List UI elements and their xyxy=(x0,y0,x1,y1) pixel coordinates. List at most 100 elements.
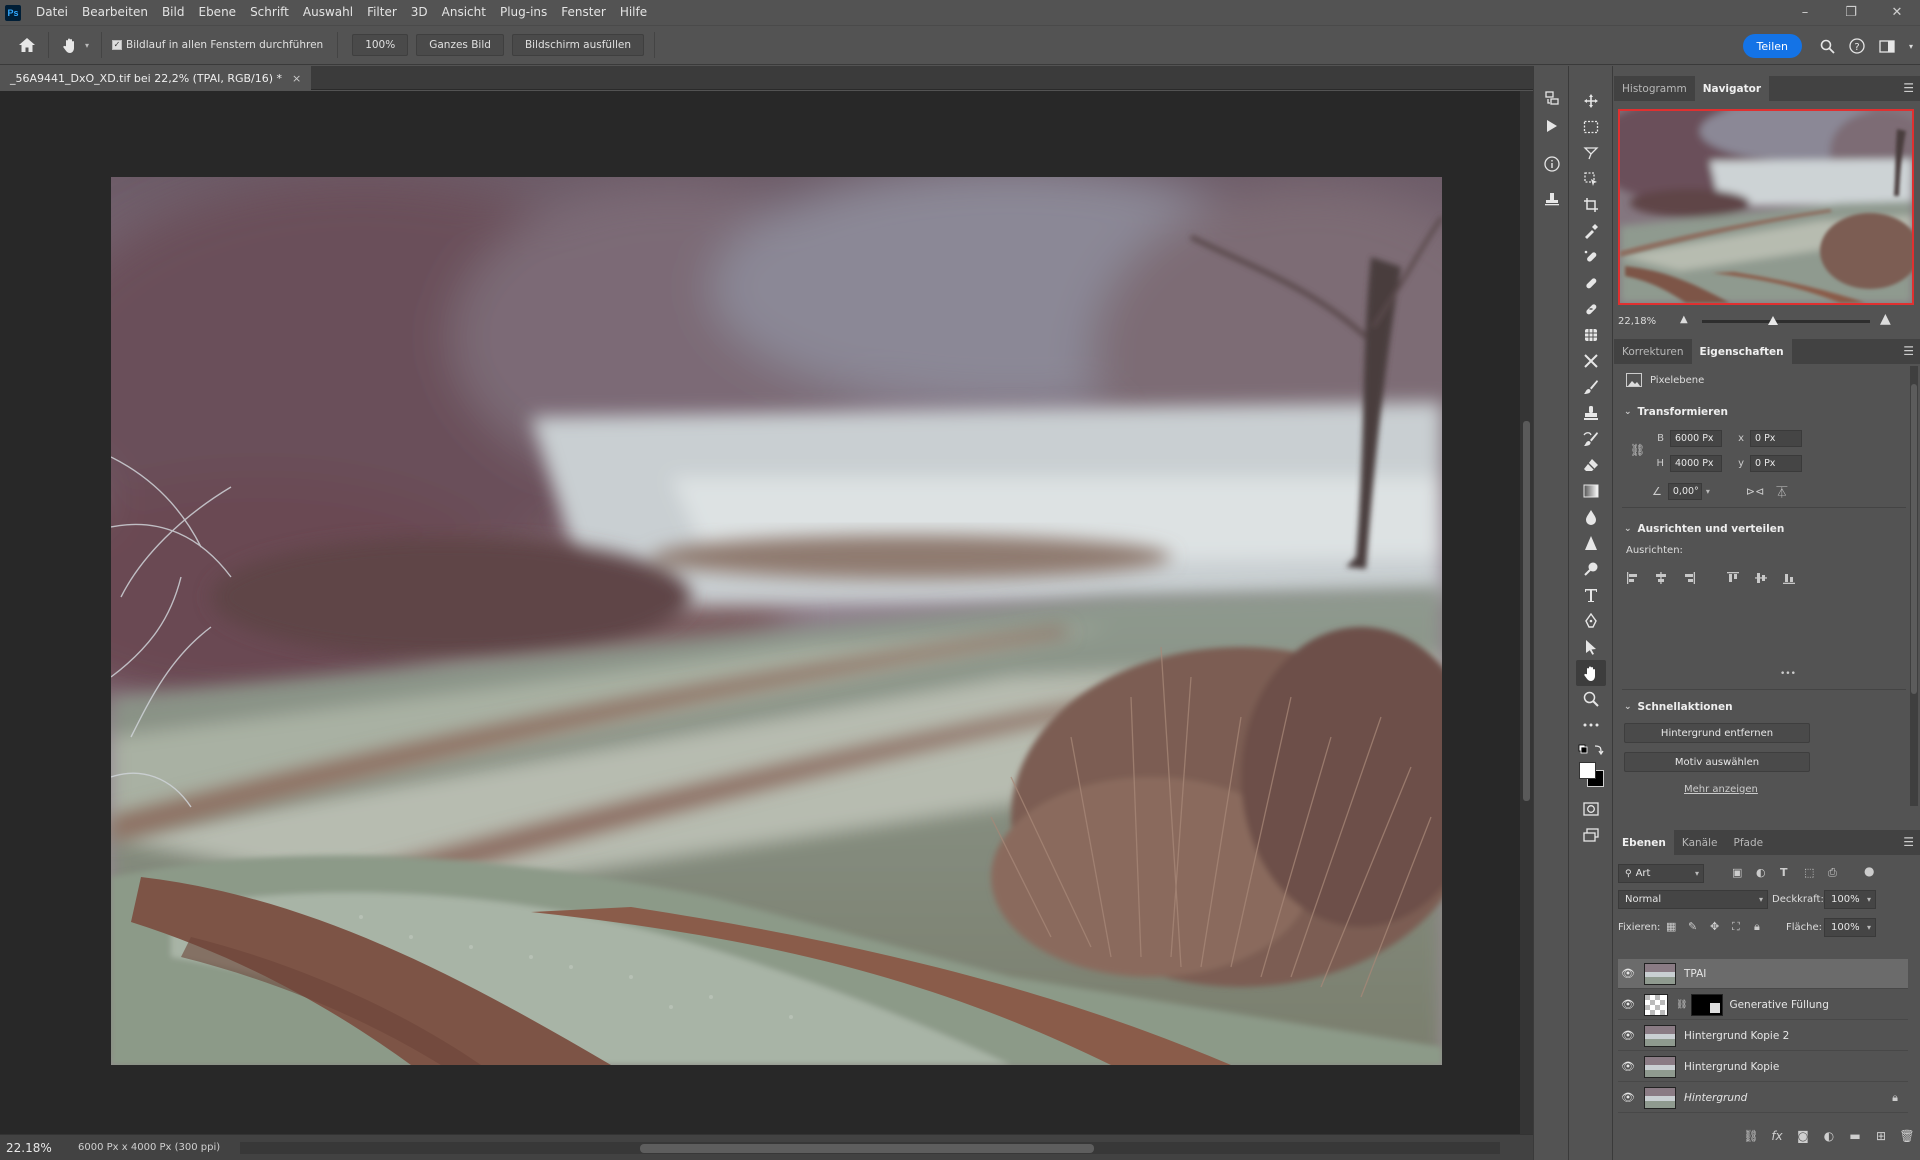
horizontal-scrollbar[interactable] xyxy=(240,1142,1500,1154)
filter-type-icon[interactable]: T xyxy=(1780,866,1788,879)
document-tab[interactable]: _56A9441_DxO_XD.tif bei 22,2% (TPAI, RGB… xyxy=(0,66,312,90)
align-section-header[interactable]: ⌄ Ausrichten und verteilen xyxy=(1624,523,1784,535)
more-align-options-icon[interactable]: ••• xyxy=(1780,669,1796,679)
delete-layer-icon[interactable]: 🗑︎ xyxy=(1894,1129,1920,1143)
visibility-eye-icon[interactable]: 👁︎ xyxy=(1618,1029,1638,1042)
healing-brush-tool-icon[interactable] xyxy=(1576,296,1606,322)
restore-button[interactable]: ❐ xyxy=(1828,0,1874,25)
workspace-chevron-icon[interactable]: ▾ xyxy=(1902,33,1920,59)
spot-healing-tool-icon[interactable] xyxy=(1576,244,1606,270)
menu-ebene[interactable]: Ebene xyxy=(191,0,243,25)
blend-mode-select[interactable]: Normal ▾ xyxy=(1618,890,1768,909)
properties-scroll-thumb[interactable] xyxy=(1911,384,1917,694)
lock-all-icon[interactable]: 🔒︎ xyxy=(1754,920,1760,934)
foreground-color-swatch[interactable] xyxy=(1579,762,1596,779)
navigator-zoom-value[interactable]: 22,18% xyxy=(1618,316,1656,327)
align-center-h-icon[interactable] xyxy=(1652,570,1670,586)
align-bottom-icon[interactable] xyxy=(1780,570,1798,586)
fill-field[interactable]: 100% ▾ xyxy=(1824,918,1876,937)
select-subject-button[interactable]: Motiv auswählen xyxy=(1624,752,1810,772)
canvas-area[interactable] xyxy=(0,91,1520,1134)
fit-screen-button[interactable]: Ganzes Bild xyxy=(416,34,504,56)
quick-actions-section-header[interactable]: ⌄ Schnellaktionen xyxy=(1624,701,1733,713)
layer-lock-icon[interactable]: 🔒︎ xyxy=(1892,1091,1898,1105)
menu-bearbeiten[interactable]: Bearbeiten xyxy=(75,0,155,25)
actions-play-icon[interactable] xyxy=(1540,114,1564,138)
quick-mask-icon[interactable] xyxy=(1576,796,1606,822)
blur-tool-icon[interactable] xyxy=(1576,504,1606,530)
align-top-icon[interactable] xyxy=(1724,570,1742,586)
zoom-level[interactable]: 22.18% xyxy=(6,1141,66,1155)
share-button[interactable]: Teilen xyxy=(1742,34,1802,58)
menu-bild[interactable]: Bild xyxy=(155,0,192,25)
vertical-scroll-thumb[interactable] xyxy=(1523,421,1530,801)
info-icon[interactable] xyxy=(1540,152,1564,176)
menu-ansicht[interactable]: Ansicht xyxy=(435,0,493,25)
close-tab-icon[interactable]: × xyxy=(292,72,301,85)
flip-vertical-icon[interactable]: ⏄ xyxy=(1776,484,1787,500)
flip-horizontal-icon[interactable]: ⊳⊲ xyxy=(1746,485,1764,498)
hand-tool-icon[interactable] xyxy=(1576,660,1606,686)
zoom-in-mountain-icon[interactable]: ▲ xyxy=(1880,311,1891,327)
fill-screen-button[interactable]: Bildschirm ausfüllen xyxy=(511,34,645,56)
visibility-eye-icon[interactable]: 👁︎ xyxy=(1618,967,1638,980)
swap-colors-icon[interactable] xyxy=(1576,740,1606,760)
pattern-tool-icon[interactable] xyxy=(1576,322,1606,348)
menu-hilfe[interactable]: Hilfe xyxy=(613,0,654,25)
filter-smart-object-icon[interactable]: ⎙ xyxy=(1828,866,1837,880)
tab-paths[interactable]: Pfade xyxy=(1726,830,1772,855)
menu-3d[interactable]: 3D xyxy=(404,0,435,25)
clone-stamp-tool-icon[interactable] xyxy=(1576,400,1606,426)
filter-adjustment-icon[interactable]: ◐ xyxy=(1756,866,1766,879)
crop-tool-icon[interactable] xyxy=(1576,192,1606,218)
transform-section-header[interactable]: ⌄ Transformieren xyxy=(1624,406,1728,418)
object-selection-tool-icon[interactable] xyxy=(1576,166,1606,192)
history-brush-tool-icon[interactable] xyxy=(1576,426,1606,452)
checkbox-check-icon[interactable]: ✓ xyxy=(112,40,123,50)
zoom-out-mountain-icon[interactable]: ▲ xyxy=(1680,314,1688,325)
layer-row[interactable]: 👁︎ Hintergrund 🔒︎ xyxy=(1618,1083,1908,1113)
navigator-zoom-slider[interactable] xyxy=(1702,316,1870,325)
link-chain-icon[interactable]: ⛓ xyxy=(1630,443,1645,457)
align-right-icon[interactable] xyxy=(1680,570,1698,586)
sharpen-tool-icon[interactable] xyxy=(1576,530,1606,556)
tool-preset-chevron-icon[interactable]: ▾ xyxy=(85,41,89,50)
navigator-thumbnail[interactable] xyxy=(1618,109,1914,305)
angle-field[interactable]: 0,00° xyxy=(1667,483,1702,500)
align-middle-v-icon[interactable] xyxy=(1752,570,1770,586)
eraser-tool-icon[interactable] xyxy=(1576,452,1606,478)
search-icon[interactable] xyxy=(1814,33,1840,59)
chevron-down-icon[interactable]: ⌄ xyxy=(1624,524,1632,534)
minimize-button[interactable]: – xyxy=(1782,0,1828,25)
menu-schrift[interactable]: Schrift xyxy=(243,0,296,25)
tab-histogram[interactable]: Histogramm xyxy=(1614,76,1695,101)
brush-tool-icon[interactable] xyxy=(1576,374,1606,400)
show-more-link[interactable]: Mehr anzeigen xyxy=(1684,784,1758,795)
type-tool-icon[interactable] xyxy=(1576,582,1606,608)
chevron-down-icon[interactable]: ⌄ xyxy=(1624,407,1632,417)
horizontal-scroll-thumb[interactable] xyxy=(640,1144,1094,1153)
mask-link-icon[interactable]: ⛓ xyxy=(1676,1000,1687,1010)
y-field[interactable]: 0 Px xyxy=(1750,455,1802,472)
menu-filter[interactable]: Filter xyxy=(360,0,404,25)
new-adjustment-layer-icon[interactable]: ◐ xyxy=(1816,1129,1842,1143)
filter-pixel-icon[interactable]: ▣ xyxy=(1732,866,1742,879)
zoom-tool-icon[interactable] xyxy=(1576,686,1606,712)
close-button[interactable]: ✕ xyxy=(1874,0,1920,25)
layer-row[interactable]: 👁︎ Hintergrund Kopie 2 xyxy=(1618,1021,1908,1051)
chevron-down-icon[interactable]: ⌄ xyxy=(1624,702,1632,712)
menu-auswahl[interactable]: Auswahl xyxy=(296,0,360,25)
visibility-eye-icon[interactable]: 👁︎ xyxy=(1618,1060,1638,1073)
lock-transparent-icon[interactable]: ▦ xyxy=(1666,920,1676,933)
home-icon[interactable] xyxy=(12,30,42,60)
dodge-tool-icon[interactable] xyxy=(1576,556,1606,582)
tab-channels[interactable]: Kanäle xyxy=(1674,830,1726,855)
path-selection-tool-icon[interactable] xyxy=(1576,634,1606,660)
tab-layers[interactable]: Ebenen xyxy=(1614,830,1674,855)
history-icon[interactable] xyxy=(1540,86,1564,110)
tab-corrections[interactable]: Korrekturen xyxy=(1614,339,1692,364)
layer-style-fx-icon[interactable]: fx xyxy=(1764,1129,1790,1143)
angle-dropdown-icon[interactable]: ▾ xyxy=(1706,487,1710,496)
workspace-icon[interactable] xyxy=(1874,33,1900,59)
layer-mask-thumbnail[interactable] xyxy=(1691,993,1724,1016)
